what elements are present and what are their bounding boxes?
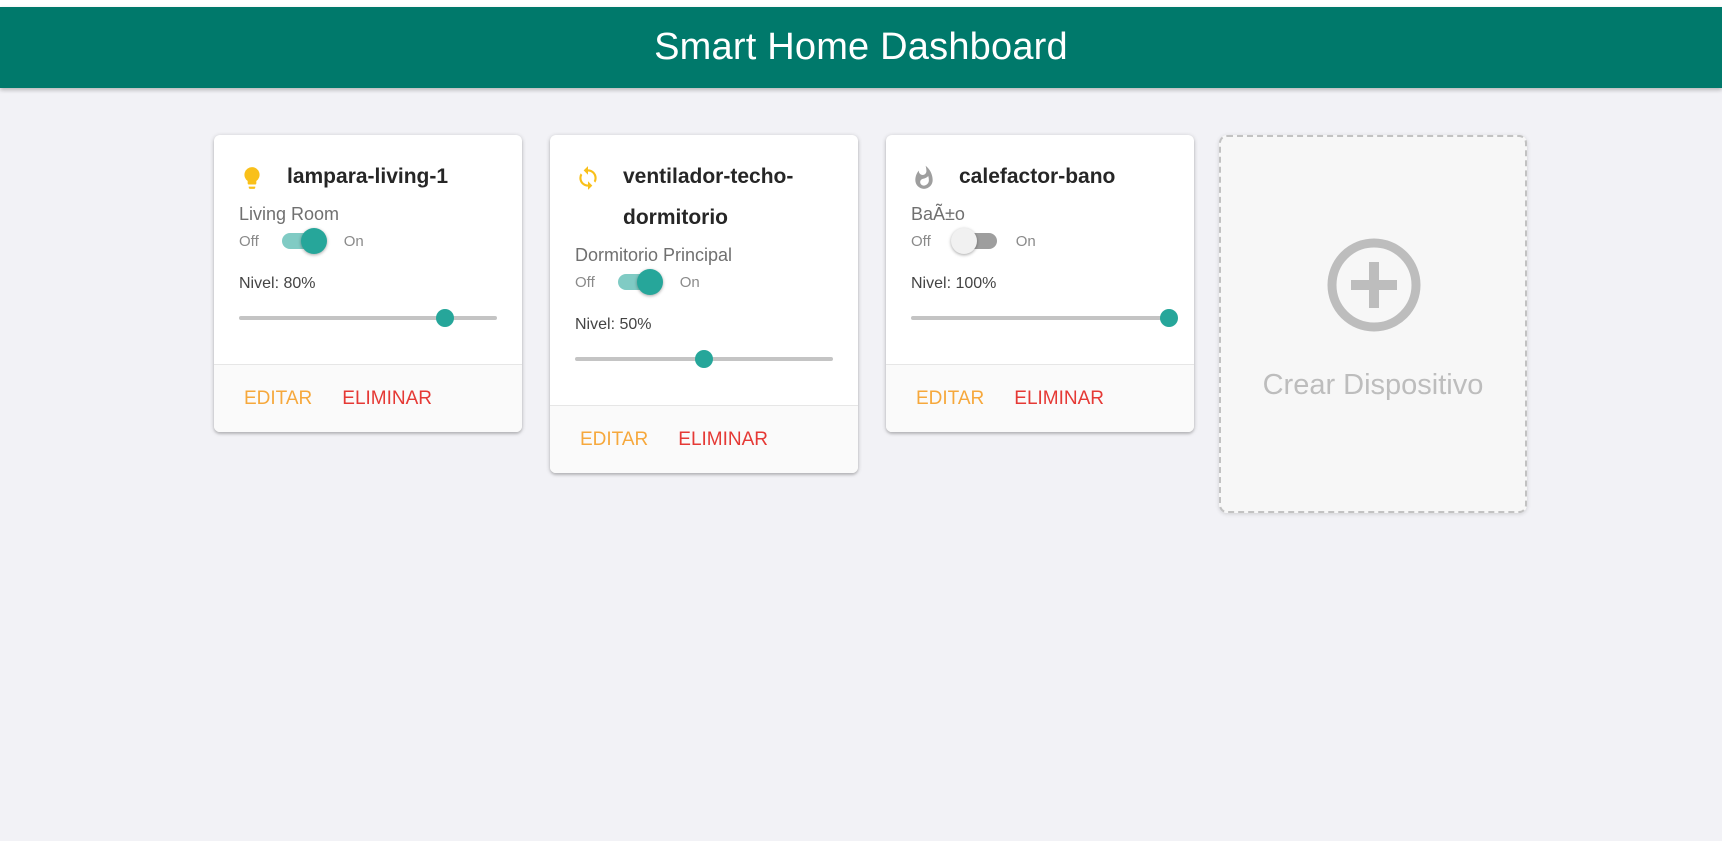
- device-name: calefactor-bano: [959, 165, 1116, 188]
- create-device-label: Crear Dispositivo: [1262, 369, 1484, 401]
- switch-on-label: On: [679, 273, 700, 291]
- device-room: BaÃ±o: [911, 204, 965, 224]
- flame-icon: [911, 165, 937, 191]
- app-header: Smart Home Dashboard: [0, 7, 1722, 88]
- power-switch[interactable]: [279, 227, 327, 255]
- level-label: Nivel: 50%: [575, 316, 652, 333]
- device-card: ventilador-techo-dormitorio Dormitorio P…: [550, 135, 858, 473]
- delete-button[interactable]: Eliminar: [1014, 388, 1104, 410]
- level-label: Nivel: 100%: [911, 275, 997, 292]
- slider-thumb[interactable]: [436, 309, 455, 327]
- delete-button[interactable]: Eliminar: [342, 388, 432, 410]
- top-strip: [0, 0, 1722, 7]
- page-title: Smart Home Dashboard: [654, 26, 1068, 68]
- edit-button[interactable]: Editar: [580, 429, 648, 451]
- create-device-card[interactable]: Crear Dispositivo: [1219, 135, 1527, 513]
- switch-off-label: Off: [239, 232, 259, 250]
- device-card: calefactor-bano BaÃ±o Off On Nivel: 100%…: [886, 135, 1194, 432]
- slider-thumb[interactable]: [695, 350, 713, 368]
- device-card: lampara-living-1 Living Room Off On Nive…: [214, 135, 522, 432]
- edit-button[interactable]: Editar: [244, 388, 312, 410]
- power-switch-row: Off On: [575, 268, 833, 296]
- switch-off-label: Off: [911, 232, 931, 250]
- switch-on-label: On: [1015, 232, 1036, 250]
- power-switch[interactable]: [950, 227, 999, 255]
- add-circle-icon: [1326, 237, 1422, 333]
- sync-icon: [575, 165, 601, 191]
- lightbulb-icon: [239, 165, 265, 191]
- power-switch-row: Off On: [239, 227, 497, 255]
- power-switch[interactable]: [615, 268, 663, 296]
- device-name: lampara-living-1: [287, 165, 449, 188]
- level-label: Nivel: 80%: [239, 275, 316, 292]
- level-slider[interactable]: [239, 307, 497, 329]
- device-room: Dormitorio Principal: [575, 245, 733, 265]
- level-slider[interactable]: [575, 348, 833, 370]
- edit-button[interactable]: Editar: [916, 388, 984, 410]
- switch-on-label: On: [343, 232, 364, 250]
- level-slider[interactable]: [911, 307, 1178, 329]
- device-name: ventilador-techo-dormitorio: [623, 165, 794, 229]
- device-room: Living Room: [239, 204, 340, 224]
- power-switch-row: Off On: [911, 227, 1169, 255]
- switch-off-label: Off: [575, 273, 595, 291]
- slider-thumb[interactable]: [1160, 309, 1178, 327]
- delete-button[interactable]: Eliminar: [678, 429, 768, 451]
